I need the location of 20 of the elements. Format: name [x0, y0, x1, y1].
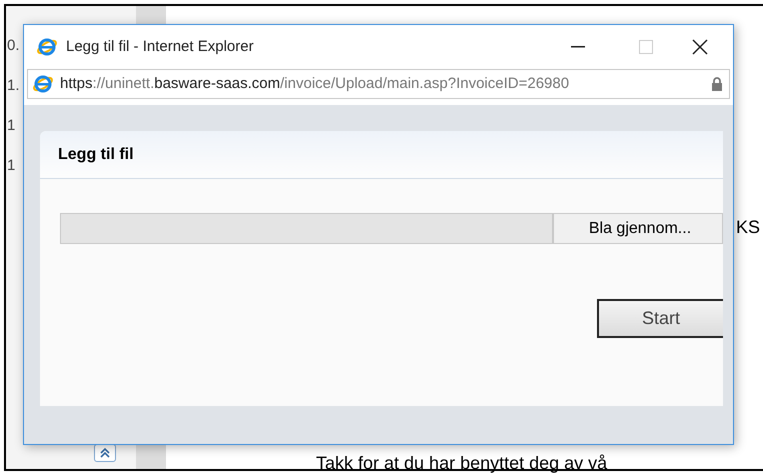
browser-logo-icon: [36, 36, 58, 58]
browse-button[interactable]: Bla gjennom...: [553, 213, 723, 244]
minimize-icon: [571, 46, 585, 48]
collapse-button[interactable]: [94, 444, 116, 462]
url-text: https://uninett.basware-saas.com/invoice/Upload/main.asp?InvoiceID=26980: [60, 74, 570, 94]
thank-you-text: Takk for at du har benyttet deg av vå: [316, 452, 608, 473]
panel-title: Legg til fil: [58, 144, 134, 164]
file-path-field[interactable]: [60, 213, 553, 244]
window-title: Legg til fil - Internet Explorer: [66, 36, 254, 57]
side-number: 1.: [7, 76, 20, 96]
side-number: 1: [7, 156, 16, 176]
start-button[interactable]: Start: [597, 299, 723, 338]
maximize-icon: [639, 40, 653, 54]
close-icon: [692, 39, 708, 55]
side-number: 1: [7, 116, 16, 136]
lock-icon: [711, 77, 723, 91]
heading-fragment: KS: [736, 216, 760, 239]
browser-logo-icon: [32, 73, 54, 95]
side-number: 0.: [7, 36, 20, 56]
double-chevron-up-icon: [99, 447, 111, 459]
